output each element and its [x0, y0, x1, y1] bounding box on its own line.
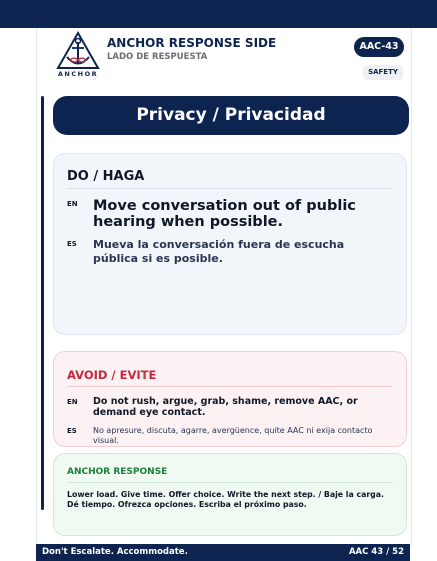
do-english-text: Move conversation out of public hearing … [93, 198, 356, 230]
anchor-logo-icon [56, 30, 100, 69]
english-tag: EN [67, 398, 78, 406]
logo-wordmark: ANCHOR [57, 70, 99, 78]
response-panel: ANCHOR RESPONSE Lower load. Give time. O… [53, 453, 407, 536]
avoid-heading: AVOID / EVITE [67, 368, 157, 382]
avoid-spanish-text: No apresure, discuta, agarre, avergüence… [93, 426, 373, 445]
card-code-badge: AAC-43 [354, 37, 404, 57]
card-side-title: ANCHOR RESPONSE SIDE [107, 36, 277, 50]
anchor-logo: ANCHOR [53, 30, 103, 82]
do-heading: DO / HAGA [67, 169, 145, 184]
spanish-tag: ES [67, 427, 77, 435]
do-panel: DO / HAGA EN Move conversation out of pu… [53, 153, 407, 335]
do-spanish-text: Mueva la conversación fuera de escucha p… [93, 238, 345, 265]
response-heading: ANCHOR RESPONSE [67, 467, 168, 477]
footer-tagline: Don't Escalate. Accommodate. [42, 547, 188, 557]
card-side-subtitle: LADO DE RESPUESTA [107, 52, 208, 62]
spanish-tag: ES [67, 240, 77, 248]
divider [67, 386, 393, 387]
divider [67, 188, 393, 189]
page-counter: AAC 43 / 52 [348, 547, 404, 557]
category-badge: SAFETY [363, 65, 403, 80]
top-bar [0, 0, 437, 28]
english-tag: EN [67, 200, 78, 208]
response-text: Lower load. Give time. Offer choice. Wri… [67, 490, 384, 509]
card-left-accent [41, 96, 44, 510]
avoid-english-text: Do not rush, argue, grab, shame, remove … [93, 396, 358, 418]
divider [67, 482, 393, 483]
card-title: Privacy / Privacidad [53, 96, 409, 135]
footer-bar: Don't Escalate. Accommodate. AAC 43 / 52 [36, 544, 410, 561]
avoid-panel: AVOID / EVITE EN Do not rush, argue, gra… [53, 351, 407, 447]
